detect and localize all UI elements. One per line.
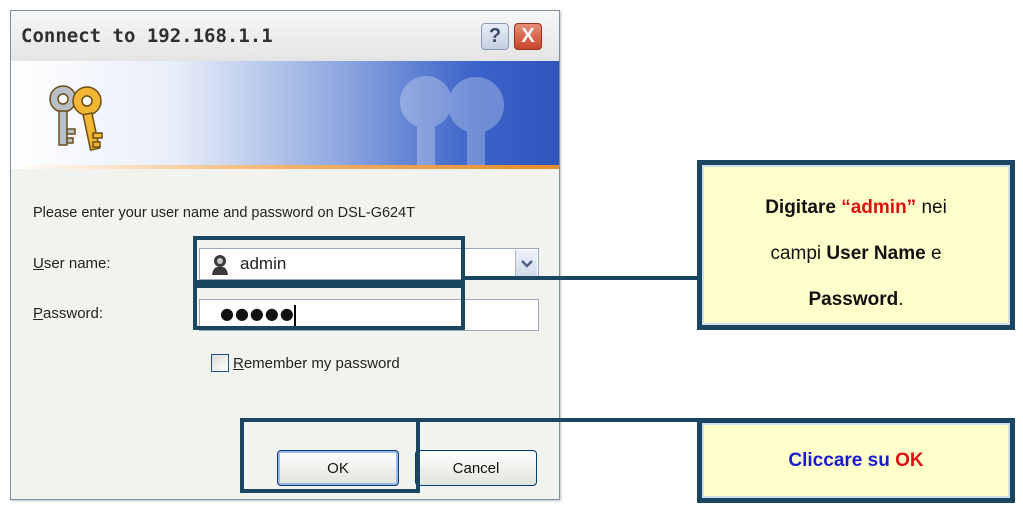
connector-line-ok — [418, 418, 699, 422]
username-dropdown-button[interactable] — [515, 250, 537, 278]
callout-click-ok: Cliccare su OK — [697, 418, 1015, 503]
connector-line-fields — [463, 276, 699, 280]
remember-label-text: emember my password — [243, 354, 400, 372]
prompt-text: Please enter your user name and password… — [33, 205, 416, 221]
username-label-accesskey: U — [33, 255, 44, 272]
callout1-text-3: nei — [921, 197, 947, 218]
username-label: User name: — [33, 255, 111, 272]
password-highlight-frame — [193, 284, 465, 330]
callout1-text-password: Password — [808, 289, 899, 310]
title-bar[interactable]: Connect to 192.168.1.1 ? X — [11, 11, 559, 62]
callout1-text-6: e — [930, 243, 942, 264]
remember-password-label: Remember my password — [233, 355, 400, 372]
callout2-text-1: Cliccare su — [788, 450, 890, 471]
callout1-text-1: Digitare — [765, 197, 836, 218]
callout1-text-period: . — [898, 289, 904, 310]
banner — [11, 61, 559, 169]
callout1-text-admin: “admin” — [841, 197, 917, 218]
help-button[interactable]: ? — [481, 23, 509, 50]
keys-icon — [49, 85, 103, 151]
username-highlight-frame — [193, 236, 465, 284]
remember-password-checkbox[interactable] — [211, 354, 229, 372]
password-label-text: assword: — [43, 305, 104, 322]
callout1-text-4: campi — [770, 243, 822, 264]
dialog-title: Connect to 192.168.1.1 — [21, 25, 273, 47]
close-button[interactable]: X — [514, 23, 542, 50]
remember-label-accesskey: R — [233, 354, 244, 372]
password-label-accesskey: P — [33, 305, 44, 322]
watermark-keys-icon — [400, 76, 504, 167]
password-label: Password: — [33, 305, 103, 322]
username-label-text: ser name: — [43, 255, 111, 272]
callout-enter-credentials: Digitare “admin” nei campi User Name e P… — [697, 160, 1015, 330]
callout2-text-ok: OK — [895, 450, 924, 471]
remember-password-option[interactable]: Remember my password — [211, 354, 400, 372]
callout1-text-username: User Name — [826, 243, 926, 264]
cancel-button[interactable]: Cancel — [415, 450, 537, 486]
ok-highlight-frame — [240, 418, 420, 493]
chevron-down-icon — [520, 260, 533, 268]
